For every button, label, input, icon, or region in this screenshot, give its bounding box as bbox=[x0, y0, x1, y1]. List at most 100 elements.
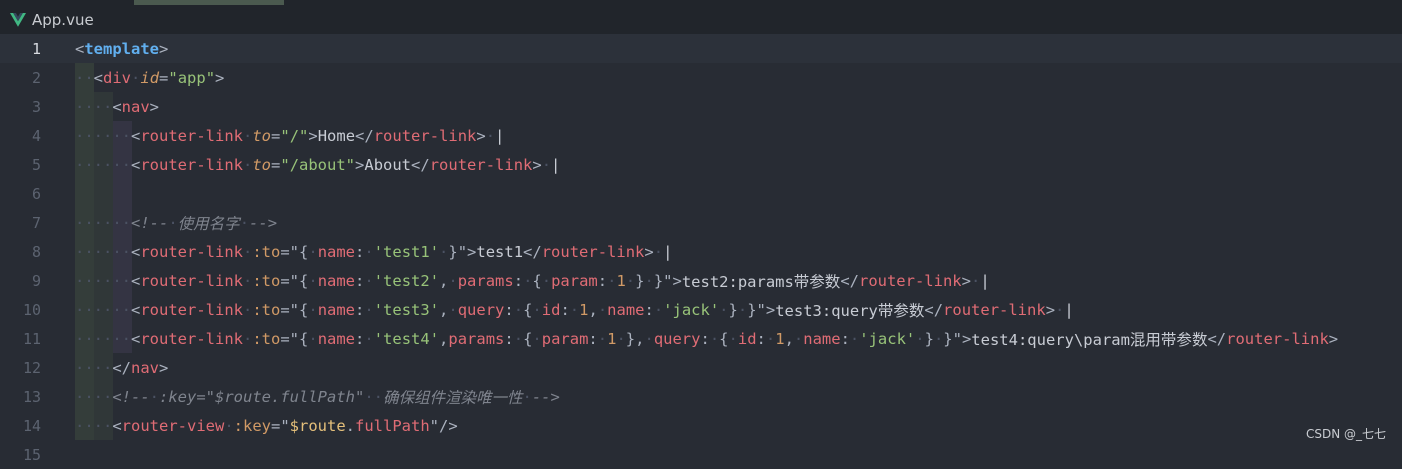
code-editor[interactable]: 1 < template >2 ·· < div · id = "app" >3 ···· < nav >4 ·… bbox=[0, 34, 1402, 464]
code-token: 'test2' bbox=[373, 271, 440, 290]
code-token: · bbox=[793, 329, 804, 348]
code-token: : bbox=[597, 271, 608, 290]
code-token: · bbox=[616, 329, 626, 348]
code-token: · bbox=[532, 300, 542, 319]
code-token: · bbox=[541, 155, 552, 174]
code-line[interactable]: 10 ······ < router-link ·:to ="{· name: ·'test3… bbox=[0, 295, 1402, 324]
code-token: = bbox=[159, 68, 169, 87]
code-token: > bbox=[159, 358, 169, 377]
code-token: 'test4' bbox=[373, 329, 440, 348]
code-token: test4:query\param混用带参数 bbox=[971, 330, 1208, 349]
code-token: 'test1' bbox=[373, 242, 440, 261]
code-token: </ bbox=[1207, 329, 1227, 348]
code-token: · bbox=[607, 271, 617, 290]
code-token: : bbox=[355, 271, 365, 290]
code-token: ·· bbox=[364, 387, 383, 406]
code-token: · bbox=[933, 329, 944, 348]
code-token: : bbox=[355, 300, 365, 319]
code-token: = bbox=[271, 155, 281, 174]
code-token: name bbox=[317, 329, 356, 348]
code-token: < bbox=[93, 68, 104, 87]
code-token: params bbox=[457, 271, 514, 290]
code-token: , bbox=[784, 329, 794, 348]
line-number: 12 bbox=[22, 358, 41, 377]
code-token: :to bbox=[252, 271, 281, 290]
editor-tab-bar: App.vue bbox=[0, 0, 1402, 34]
code-token: test1 bbox=[476, 242, 524, 261]
code-line[interactable]: 1 < template > bbox=[0, 34, 1402, 63]
code-token: About bbox=[364, 155, 412, 174]
code-token: · bbox=[224, 416, 234, 435]
code-token: { bbox=[719, 329, 729, 348]
code-line[interactable]: 8 ······ < router-link ·:to ="{· name: ·'test1'… bbox=[0, 237, 1402, 266]
code-token: · bbox=[364, 271, 374, 290]
code-token: router-link bbox=[1226, 329, 1329, 348]
code-token: · bbox=[849, 329, 860, 348]
code-token: > bbox=[159, 39, 169, 58]
code-token: < bbox=[112, 97, 122, 116]
code-token: : bbox=[700, 329, 710, 348]
code-token: · bbox=[719, 300, 729, 319]
code-line[interactable]: 6 bbox=[0, 179, 1402, 208]
code-line[interactable]: 9 ······ < router-link ·:to ="{· name: ·'test2'… bbox=[0, 266, 1402, 295]
code-line[interactable]: 11 ······ < router-link ·:to ="{· name: ·'test4… bbox=[0, 324, 1402, 353]
code-token: , bbox=[439, 271, 449, 290]
code-token: · bbox=[131, 68, 141, 87]
code-line[interactable]: 12 ···· </nav > bbox=[0, 353, 1402, 382]
code-token: , bbox=[439, 300, 449, 319]
code-token: | bbox=[551, 155, 561, 174]
line-number: 5 bbox=[31, 155, 41, 174]
code-line[interactable]: 2 ·· < div · id = "app" > bbox=[0, 63, 1402, 92]
code-line[interactable]: 4 ······ < router-link · to = "/" > Home </router-… bbox=[0, 121, 1402, 150]
code-token: test3:query带参数 bbox=[775, 301, 925, 320]
code-text: ······ <!-- · 使用名字 · --> bbox=[75, 208, 277, 237]
code-token: · bbox=[168, 213, 178, 232]
code-line[interactable]: 3 ···· < nav > bbox=[0, 92, 1402, 121]
code-text: < template > bbox=[75, 34, 168, 63]
code-token: ······ bbox=[75, 126, 131, 145]
code-token: | bbox=[663, 242, 673, 261]
code-line[interactable]: 14 ···· < router-view ·:key =" $route. fullPath… bbox=[0, 411, 1402, 440]
code-text: ······ < router-link ·:to ="{· name: ·'test3',… bbox=[75, 295, 1074, 324]
code-line[interactable]: 13 ···· <!-- ·:key="$route.fullPath" ·· 确保组件渲… bbox=[0, 382, 1402, 411]
code-token: · bbox=[243, 242, 253, 261]
code-token: ·· bbox=[75, 68, 94, 87]
code-token: · bbox=[970, 271, 981, 290]
code-token: · bbox=[364, 329, 374, 348]
code-token: =" bbox=[271, 416, 290, 435]
code-token: ······ bbox=[75, 242, 131, 261]
code-token: > bbox=[961, 271, 971, 290]
code-token: name bbox=[317, 300, 356, 319]
code-token: · bbox=[653, 300, 664, 319]
code-token: ="{ bbox=[280, 329, 309, 348]
code-line[interactable]: 15 bbox=[0, 440, 1402, 469]
line-number: 9 bbox=[31, 271, 41, 290]
file-tab[interactable]: App.vue bbox=[10, 9, 94, 31]
line-number: 3 bbox=[31, 97, 41, 116]
code-token: · bbox=[728, 329, 738, 348]
code-token: ···· bbox=[75, 358, 113, 377]
code-line[interactable]: 7 ······ <!-- · 使用名字 · --> bbox=[0, 208, 1402, 237]
code-token: </ bbox=[924, 300, 944, 319]
code-token: < bbox=[131, 271, 141, 290]
line-number: 10 bbox=[22, 300, 41, 319]
code-token: · bbox=[597, 300, 608, 319]
code-token: name bbox=[317, 242, 356, 261]
code-token: | bbox=[1064, 300, 1074, 319]
code-token: </ bbox=[355, 126, 374, 145]
code-token: router-link bbox=[140, 329, 243, 348]
code-token: > bbox=[1328, 329, 1339, 348]
code-token: < bbox=[75, 39, 85, 58]
code-text: ······ < router-link ·:to ="{· name: ·'test1' ·… bbox=[75, 237, 672, 266]
code-line[interactable]: 5 ······ < router-link · to = "/about" > About </r… bbox=[0, 150, 1402, 179]
code-token: > bbox=[215, 68, 225, 87]
code-token: "/" bbox=[280, 126, 309, 145]
code-token: :key bbox=[233, 416, 271, 435]
code-token: 1 bbox=[616, 271, 626, 290]
code-token: 确保组件渲染唯一性 bbox=[382, 388, 523, 407]
code-token: : bbox=[560, 300, 570, 319]
code-token: · bbox=[653, 242, 664, 261]
code-token: < bbox=[131, 329, 141, 348]
code-token: · bbox=[523, 271, 533, 290]
code-token: : bbox=[513, 271, 524, 290]
